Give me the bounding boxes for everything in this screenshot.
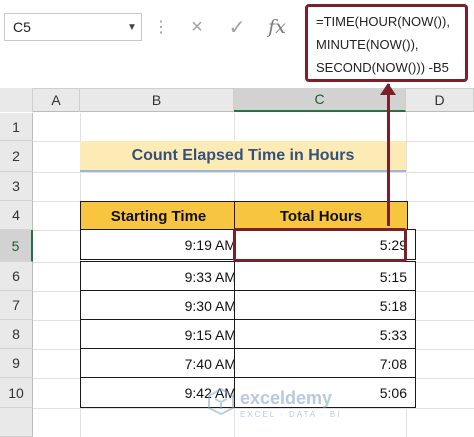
more-icon: ⋮ [153, 19, 169, 36]
row-header-9[interactable]: 9 [0, 349, 33, 378]
cell-b8[interactable]: 9:15 AM [80, 319, 245, 350]
formula-line: SECOND(NOW())) -B5 [316, 60, 449, 75]
cancel-button[interactable]: × [182, 13, 212, 41]
cell-b7[interactable]: 9:30 AM [80, 290, 245, 321]
sheet-title[interactable]: Count Elapsed Time in Hours [80, 141, 406, 172]
name-box[interactable]: C5 [4, 13, 142, 41]
row-header-3[interactable]: 3 [0, 172, 33, 201]
row-header-6[interactable]: 6 [0, 262, 33, 291]
cell-c9[interactable]: 7:08 [234, 348, 416, 379]
grid-line [33, 172, 474, 173]
cell-b9[interactable]: 7:40 AM [80, 348, 245, 379]
column-header-a[interactable]: A [33, 88, 80, 112]
row-header-4[interactable]: 4 [0, 201, 33, 230]
selected-cell-highlight [233, 228, 407, 262]
cell-c6[interactable]: 5:15 [234, 261, 416, 292]
arrow-up-icon [380, 83, 396, 95]
cell-c7[interactable]: 5:18 [234, 290, 416, 321]
select-all-corner[interactable] [0, 88, 33, 112]
callout-arrow-line [387, 84, 390, 226]
header-starting-time[interactable]: Starting Time [80, 201, 237, 232]
enter-button[interactable]: ✓ [222, 13, 252, 41]
row-header-5[interactable]: 5 [0, 230, 33, 262]
row-header-8[interactable]: 8 [0, 320, 33, 349]
cell-b6[interactable]: 9:33 AM [80, 261, 245, 292]
row-header-2[interactable]: 2 [0, 141, 33, 172]
insert-function-button[interactable]: fx [262, 13, 292, 41]
column-header-b[interactable]: B [80, 88, 234, 112]
formula-line: =TIME(HOUR(NOW()), [316, 14, 450, 29]
exceldemy-logo-icon [208, 387, 234, 416]
formula-input[interactable]: =TIME(HOUR(NOW()), MINUTE(NOW()), SECOND… [305, 4, 468, 82]
column-header-d[interactable]: D [406, 88, 474, 112]
watermark-name: exceldemy [240, 388, 333, 408]
row-header-7[interactable]: 7 [0, 291, 33, 320]
row-header-10[interactable]: 10 [0, 378, 33, 408]
watermark-tagline: EXCEL · DATA · BI [240, 410, 342, 419]
row-header-1[interactable]: 1 [0, 113, 33, 141]
cell-c8[interactable]: 5:33 [234, 319, 416, 350]
chevron-down-icon[interactable]: ▼ [124, 13, 140, 41]
cell-b5[interactable]: 9:19 AM [80, 229, 245, 260]
formula-line: MINUTE(NOW()), [316, 37, 419, 52]
row-header-11[interactable] [0, 408, 33, 437]
